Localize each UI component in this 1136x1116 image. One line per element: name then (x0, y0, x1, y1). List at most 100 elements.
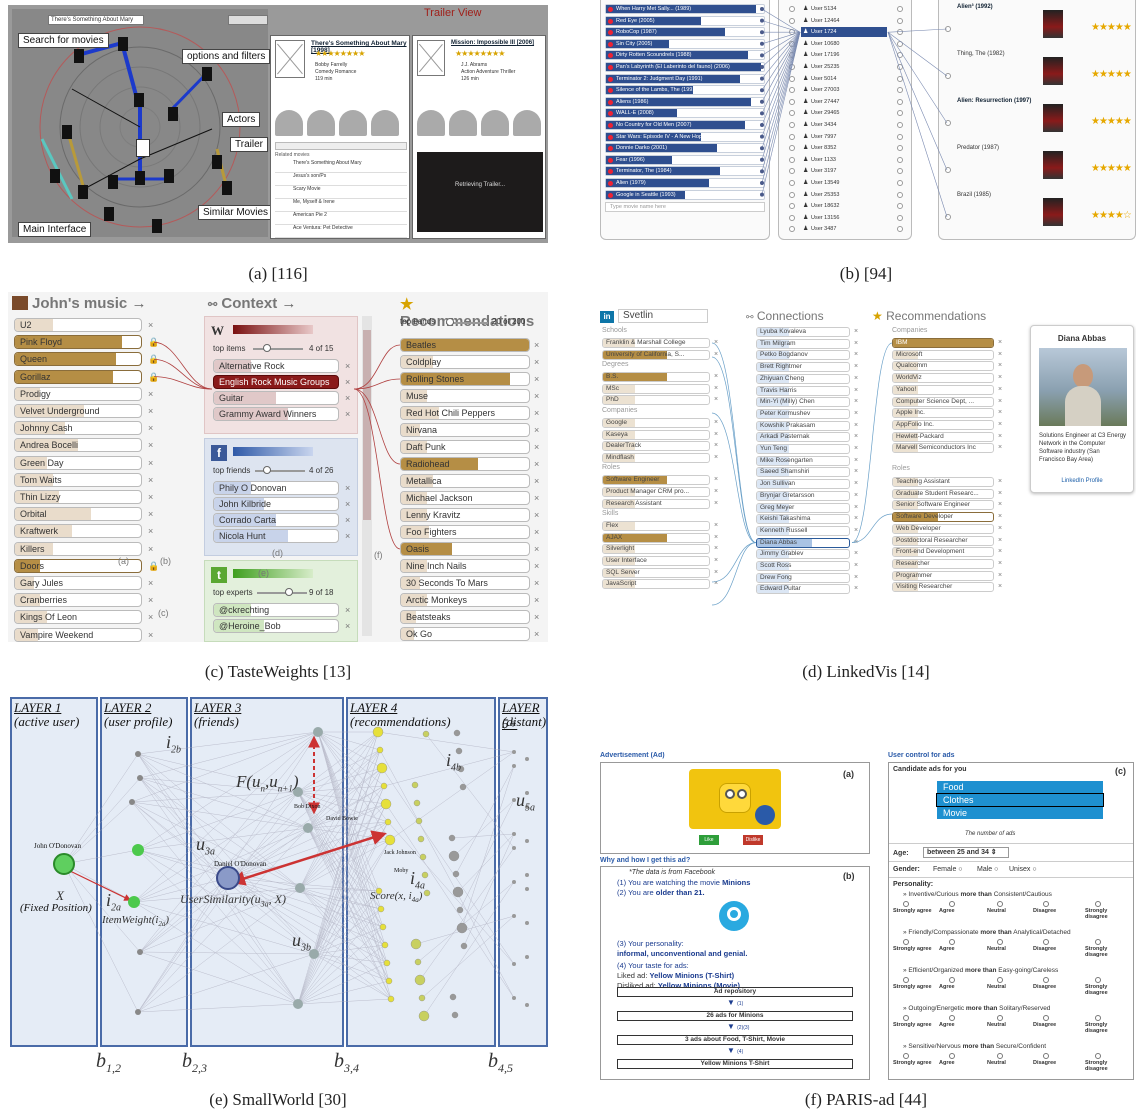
remove-icon[interactable]: × (854, 574, 858, 581)
actor-silhouette[interactable] (371, 110, 399, 136)
remove-icon[interactable]: × (998, 501, 1002, 508)
remove-icon[interactable]: × (534, 340, 539, 350)
remove-icon[interactable]: 🔒 (148, 561, 159, 572)
likert-radio[interactable] (1095, 901, 1101, 907)
remove-icon[interactable]: × (148, 612, 153, 622)
remove-icon[interactable]: × (998, 583, 1002, 590)
remove-icon[interactable]: × (534, 425, 539, 435)
rec-pill[interactable]: Metallica (400, 474, 530, 488)
connection-pill[interactable]: Edward Pultar (756, 584, 850, 595)
attribute-pill[interactable]: B.S. (602, 372, 710, 383)
remove-icon[interactable]: × (998, 433, 1002, 440)
remove-icon[interactable]: × (148, 630, 153, 640)
remove-icon[interactable]: × (148, 509, 153, 519)
artist-pill[interactable]: Pink Floyd (14, 335, 142, 350)
attribute-pill[interactable]: User Interface (602, 556, 710, 566)
artist-pill[interactable]: Vampire Weekend (14, 627, 142, 642)
movie-node[interactable] (168, 107, 178, 121)
attribute-pill[interactable]: AJAX (602, 532, 710, 543)
gender-female[interactable]: Female ○ (933, 866, 963, 873)
role-pill[interactable]: Front-end Development (892, 547, 994, 558)
remove-icon[interactable]: × (714, 569, 718, 576)
company-pill[interactable]: AppFolio Inc. (892, 419, 994, 430)
artist-pill[interactable]: Kraftwerk (14, 524, 142, 539)
remove-icon[interactable]: × (854, 375, 858, 382)
remove-icon[interactable]: × (345, 393, 350, 403)
role-pill[interactable]: Graduate Student Researc... (892, 488, 994, 499)
remove-icon[interactable]: × (998, 525, 1002, 532)
actor-silhouette[interactable] (339, 110, 367, 136)
connection-pill[interactable]: Greg Meyer (756, 502, 850, 513)
related-item[interactable]: There's Something About Mary (275, 160, 407, 173)
likert-radio[interactable] (1095, 939, 1101, 945)
connection-pill[interactable]: Brynjar Gretarsson (756, 490, 850, 501)
remove-icon[interactable]: × (345, 499, 350, 509)
likert-radio[interactable] (1095, 977, 1101, 983)
movie-node[interactable] (78, 185, 88, 199)
connection-pill[interactable]: Kenneth Russell (756, 525, 850, 536)
artist-pill[interactable]: Tom Waits (14, 472, 142, 487)
movie-node[interactable] (50, 169, 60, 183)
artist-pill[interactable]: Gorillaz (14, 369, 142, 384)
role-pill[interactable]: Senior Software Engineer (892, 500, 994, 511)
remove-icon[interactable]: 🔒 (148, 372, 159, 383)
minion-tshirt-image[interactable] (689, 769, 781, 829)
trailer-player[interactable]: Retrieving Trailer... (417, 152, 543, 232)
likert-radio[interactable] (949, 939, 955, 945)
remove-icon[interactable]: × (148, 389, 153, 399)
connection-pill[interactable]: Mike Rosengarten (756, 455, 850, 466)
connection-pill[interactable]: Kowshik Prakasam (756, 420, 850, 431)
movie-node[interactable] (104, 207, 114, 221)
remove-icon[interactable]: × (854, 340, 858, 347)
likert-radio[interactable] (903, 977, 909, 983)
likert-radio[interactable] (1043, 939, 1049, 945)
remove-icon[interactable]: × (534, 408, 539, 418)
context-item[interactable]: Guitar (213, 391, 339, 405)
remove-icon[interactable]: × (998, 490, 1002, 497)
connection-pill[interactable]: Tim Milgram (756, 338, 850, 349)
remove-icon[interactable]: × (148, 544, 153, 554)
remove-icon[interactable]: × (998, 351, 1002, 358)
remove-icon[interactable]: × (998, 513, 1002, 520)
remove-icon[interactable]: × (714, 488, 718, 495)
rec-pill[interactable]: Daft Punk (400, 440, 530, 454)
rec-pill[interactable]: Radiohead (400, 457, 530, 471)
remove-icon[interactable]: × (854, 504, 858, 511)
remove-icon[interactable]: × (714, 557, 718, 564)
experts-slider[interactable] (257, 588, 307, 596)
remove-icon[interactable]: × (345, 483, 350, 493)
rec-pill[interactable]: Red Hot Chili Peppers (400, 406, 530, 420)
actor-silhouette[interactable] (513, 110, 541, 136)
remove-icon[interactable]: × (998, 398, 1002, 405)
remove-icon[interactable]: × (714, 373, 718, 380)
movie-node[interactable] (135, 171, 145, 185)
remove-icon[interactable]: × (854, 492, 858, 499)
remove-icon[interactable]: × (714, 580, 718, 587)
likert-radio[interactable] (949, 977, 955, 983)
remove-icon[interactable]: × (714, 454, 718, 461)
artist-pill[interactable]: Queen (14, 352, 142, 367)
role-pill[interactable]: Software Developer (892, 512, 994, 523)
remove-icon[interactable]: × (714, 396, 718, 403)
company-pill[interactable]: Hewlett-Packard (892, 431, 994, 442)
role-pill[interactable]: Researcher (892, 558, 994, 569)
remove-icon[interactable]: × (148, 526, 153, 536)
attribute-pill[interactable]: Flex (602, 521, 710, 532)
trailer-bar[interactable] (275, 142, 407, 150)
remove-icon[interactable]: × (854, 527, 858, 534)
rec-pill[interactable]: Beatsteaks (400, 610, 530, 624)
artist-pill[interactable]: Thin Lizzy (14, 490, 142, 504)
remove-icon[interactable]: × (345, 377, 350, 387)
remove-icon[interactable]: × (854, 433, 858, 440)
age-select[interactable]: between 25 and 34 ⇕ (923, 847, 1009, 858)
bands-slider[interactable] (446, 318, 488, 326)
attribute-pill[interactable]: Research Assistant (602, 498, 710, 509)
attribute-pill[interactable]: Product Manager CRM pro... (602, 487, 710, 497)
attribute-pill[interactable]: MSc (602, 383, 710, 394)
remove-icon[interactable]: × (534, 561, 539, 571)
gender-unisex[interactable]: Unisex ○ (1009, 866, 1037, 873)
remove-icon[interactable]: × (534, 391, 539, 401)
related-item[interactable]: American Pie 2 (275, 212, 407, 225)
context-item[interactable]: Phily O Donovan (213, 481, 339, 495)
movie-title[interactable]: Mission: Impossible III [2006] (451, 40, 534, 46)
